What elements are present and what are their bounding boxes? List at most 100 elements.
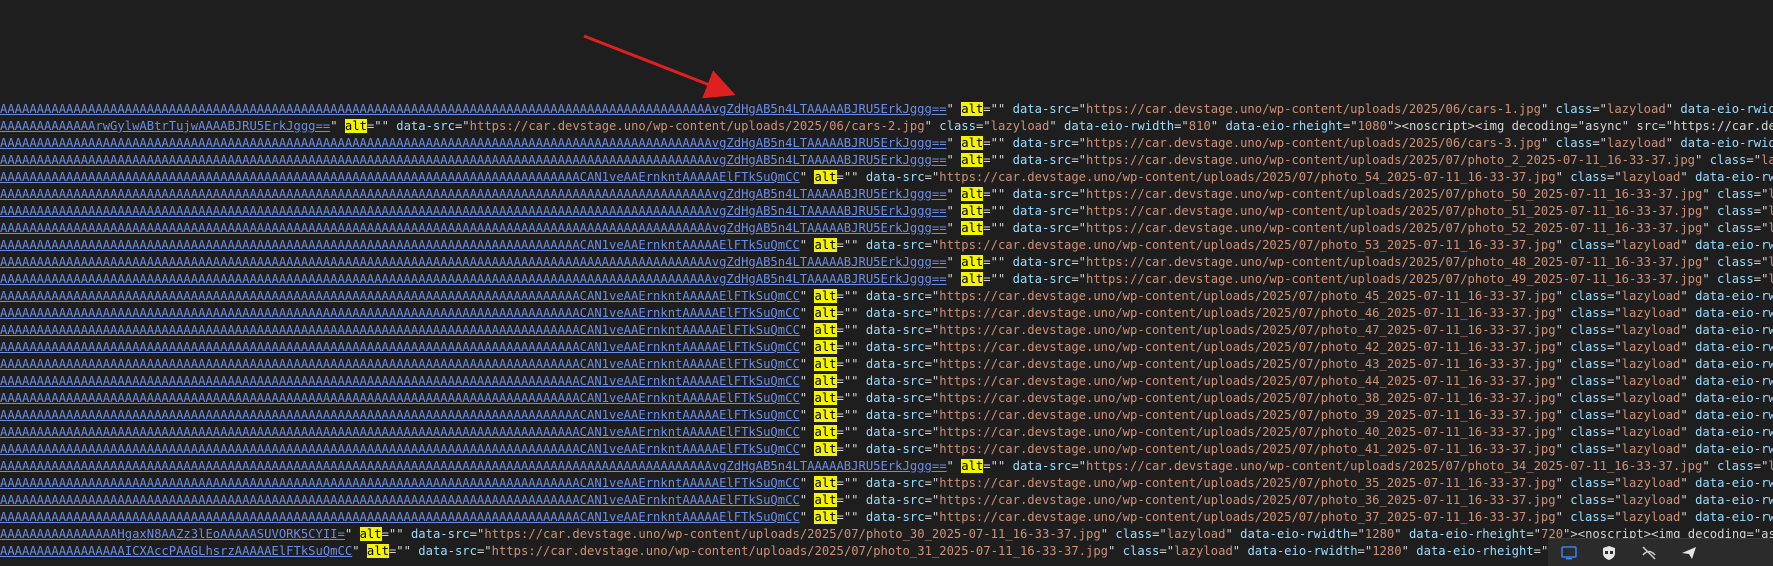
alt-attribute-highlight: alt: [814, 357, 837, 371]
image-url: https://car.devstage.uno/wp-content/uplo…: [1086, 204, 1703, 218]
equals: =": [1071, 221, 1086, 235]
equals: ="": [836, 510, 866, 524]
quote: ": [1225, 527, 1241, 541]
code-line: AAAAAAAAAAAAAAAAAAAAAAAAAAAAAAAAAAAAAAAA…: [0, 373, 1773, 390]
base64-data-link: AAAAAAAAAAAAAAAAAAAAAAAAAAAAAAAAAAAAAAAA…: [0, 323, 800, 337]
alt-attribute-highlight: alt: [814, 306, 837, 320]
code-line: AAAAAAAAAAAAAAAAAAAAAAAAAAAAAAAAAAAAAAAA…: [0, 339, 1773, 356]
attr-name: data-src: [865, 306, 925, 320]
equals: =": [924, 510, 940, 524]
image-url: https://car.devstage.uno/wp-content/uplo…: [1086, 153, 1696, 167]
attr-name: data-eio-rheight: [1416, 544, 1534, 558]
code-line: AAAAAAAAAAAAAAAAAAAAAAAAAAAAAAAAAAAAAAAA…: [0, 254, 1773, 271]
attr-name: class: [1570, 442, 1607, 456]
quote: ": [1680, 340, 1696, 354]
image-url: https://car.devstage.uno/wp-content/uplo…: [939, 374, 1556, 388]
attr-name: data-src: [865, 170, 925, 184]
equals: ="": [836, 391, 866, 405]
attr-name: data-eio-rheight: [1225, 119, 1343, 133]
attr-name: data-src: [865, 493, 925, 507]
quote: ": [799, 425, 815, 439]
equals: =": [1152, 527, 1167, 541]
equals: =": [1071, 459, 1086, 473]
attr-name: data-eio-rwidth: [1240, 527, 1351, 541]
attr-name: data-src: [1012, 136, 1072, 150]
alt-attribute-highlight: alt: [961, 204, 984, 218]
base64-data-link: AAAAAAAAAAAAAAAAHgaxN8AAZz3lEoAAAAASUVOR…: [0, 527, 345, 541]
quote: ": [1680, 408, 1696, 422]
alt-attribute-highlight: alt: [814, 476, 837, 490]
attr-name: data-src: [865, 391, 925, 405]
equals: =": [476, 544, 492, 558]
code-line: AAAAAAAAAAAAAAAAAAAAAAAAAAAAAAAAAAAAAAAA…: [0, 407, 1773, 424]
html-source-view[interactable]: AAAAAAAAAAAAAAAAAAAAAAAAAAAAAAAAAAAAAAAA…: [0, 101, 1773, 565]
security-shield-icon[interactable]: [1598, 542, 1620, 564]
alt-attribute-highlight: alt: [961, 272, 984, 286]
image-url: https://car.devstage.uno/wp-content/uplo…: [1086, 187, 1703, 201]
quote: ": [1555, 391, 1571, 405]
attr-name: class: [1570, 425, 1607, 439]
attr-name: class: [1570, 323, 1607, 337]
attr-name: data-src: [1012, 221, 1072, 235]
base64-data-link: AAAAAAAAAAAAAAAAAAAAAAAAAAAAAAAAAAAAAAAA…: [0, 357, 800, 371]
attr-name: data-eio-rwidth: [1064, 119, 1175, 133]
alt-attribute-highlight: alt: [961, 102, 984, 116]
attr-name: class: [1717, 272, 1754, 286]
code-line: AAAAAAAAAAAAAAAAAAAAAAAAAAAAAAAAAAAAAAAA…: [0, 271, 1773, 288]
disconnected-icon[interactable]: [1638, 542, 1660, 564]
quote: ": [1665, 102, 1681, 116]
class-value: lazyload: [1621, 306, 1681, 320]
equals: ="": [366, 119, 397, 133]
equals: =": [1606, 391, 1622, 405]
quote: ": [946, 102, 962, 116]
attr-name: class: [1570, 374, 1607, 388]
equals: =": [924, 306, 940, 320]
attr-name: data-eio-rwidth: [1695, 442, 1773, 456]
image-url: https://car.devstage.uno/wp-content/uplo…: [469, 119, 925, 133]
attr-name: data-src: [1012, 187, 1072, 201]
attr-name: data-src: [865, 476, 925, 490]
image-url: https://car.devstage.uno/wp-content/uplo…: [491, 544, 1109, 558]
equals: =": [1071, 187, 1086, 201]
alt-attribute-highlight: alt: [359, 527, 382, 541]
attr-name: data-src: [1012, 459, 1072, 473]
class-value: lazyload: [990, 119, 1050, 133]
class-value: lazyload: [1621, 238, 1681, 252]
attr-name: data-eio-rwidth: [1695, 323, 1773, 337]
alt-attribute-highlight: alt: [814, 170, 837, 184]
quote: ": [330, 119, 345, 133]
attr-name: data-eio-rwidth: [1695, 476, 1773, 490]
equals: =": [1342, 119, 1358, 133]
code-line: AAAAAAAAAAAAArwGylwABtrTujwAAAABJRU5ErkJ…: [0, 118, 1773, 135]
rwidth-value: 1280: [1364, 527, 1395, 541]
base64-data-link: AAAAAAAAAAAAAAAAAAAAAAAAAAAAAAAAAAAAAAAA…: [0, 221, 947, 235]
attr-name: data-src: [396, 119, 455, 133]
attr-name: class: [1717, 204, 1754, 218]
quote: ": [1555, 408, 1571, 422]
equals: ="": [836, 306, 866, 320]
equals: =": [975, 119, 991, 133]
attr-name: data-eio-rwidth: [1695, 170, 1773, 184]
equals: ="": [836, 493, 866, 507]
equals: =": [1592, 102, 1607, 116]
class-value: lazyload: [1607, 136, 1666, 150]
class-value: lazyload: [1621, 408, 1681, 422]
equals: =": [1606, 323, 1622, 337]
equals: =": [924, 170, 940, 184]
quote: ": [799, 306, 815, 320]
quote: ": [1680, 306, 1696, 320]
attr-name: data-eio-rwidth: [1695, 306, 1773, 320]
base64-data-link: AAAAAAAAAAAAAAAAAAAAAAAAAAAAAAAAAAAAAAAA…: [0, 306, 800, 320]
quote: ": [799, 374, 815, 388]
quote: ": [799, 238, 815, 252]
base64-data-link: AAAAAAAAAAAAAAAAAAAAAAAAAAAAAAAAAAAAAAAA…: [0, 340, 800, 354]
equals: =": [1606, 374, 1622, 388]
send-icon[interactable]: [1678, 542, 1700, 564]
quote: ": [799, 476, 815, 490]
monitor-icon[interactable]: [1558, 542, 1580, 564]
equals: =": [1753, 272, 1769, 286]
alt-attribute-highlight: alt: [814, 289, 837, 303]
quote: ": [1555, 510, 1571, 524]
class-value: lazyload: [1761, 153, 1773, 167]
